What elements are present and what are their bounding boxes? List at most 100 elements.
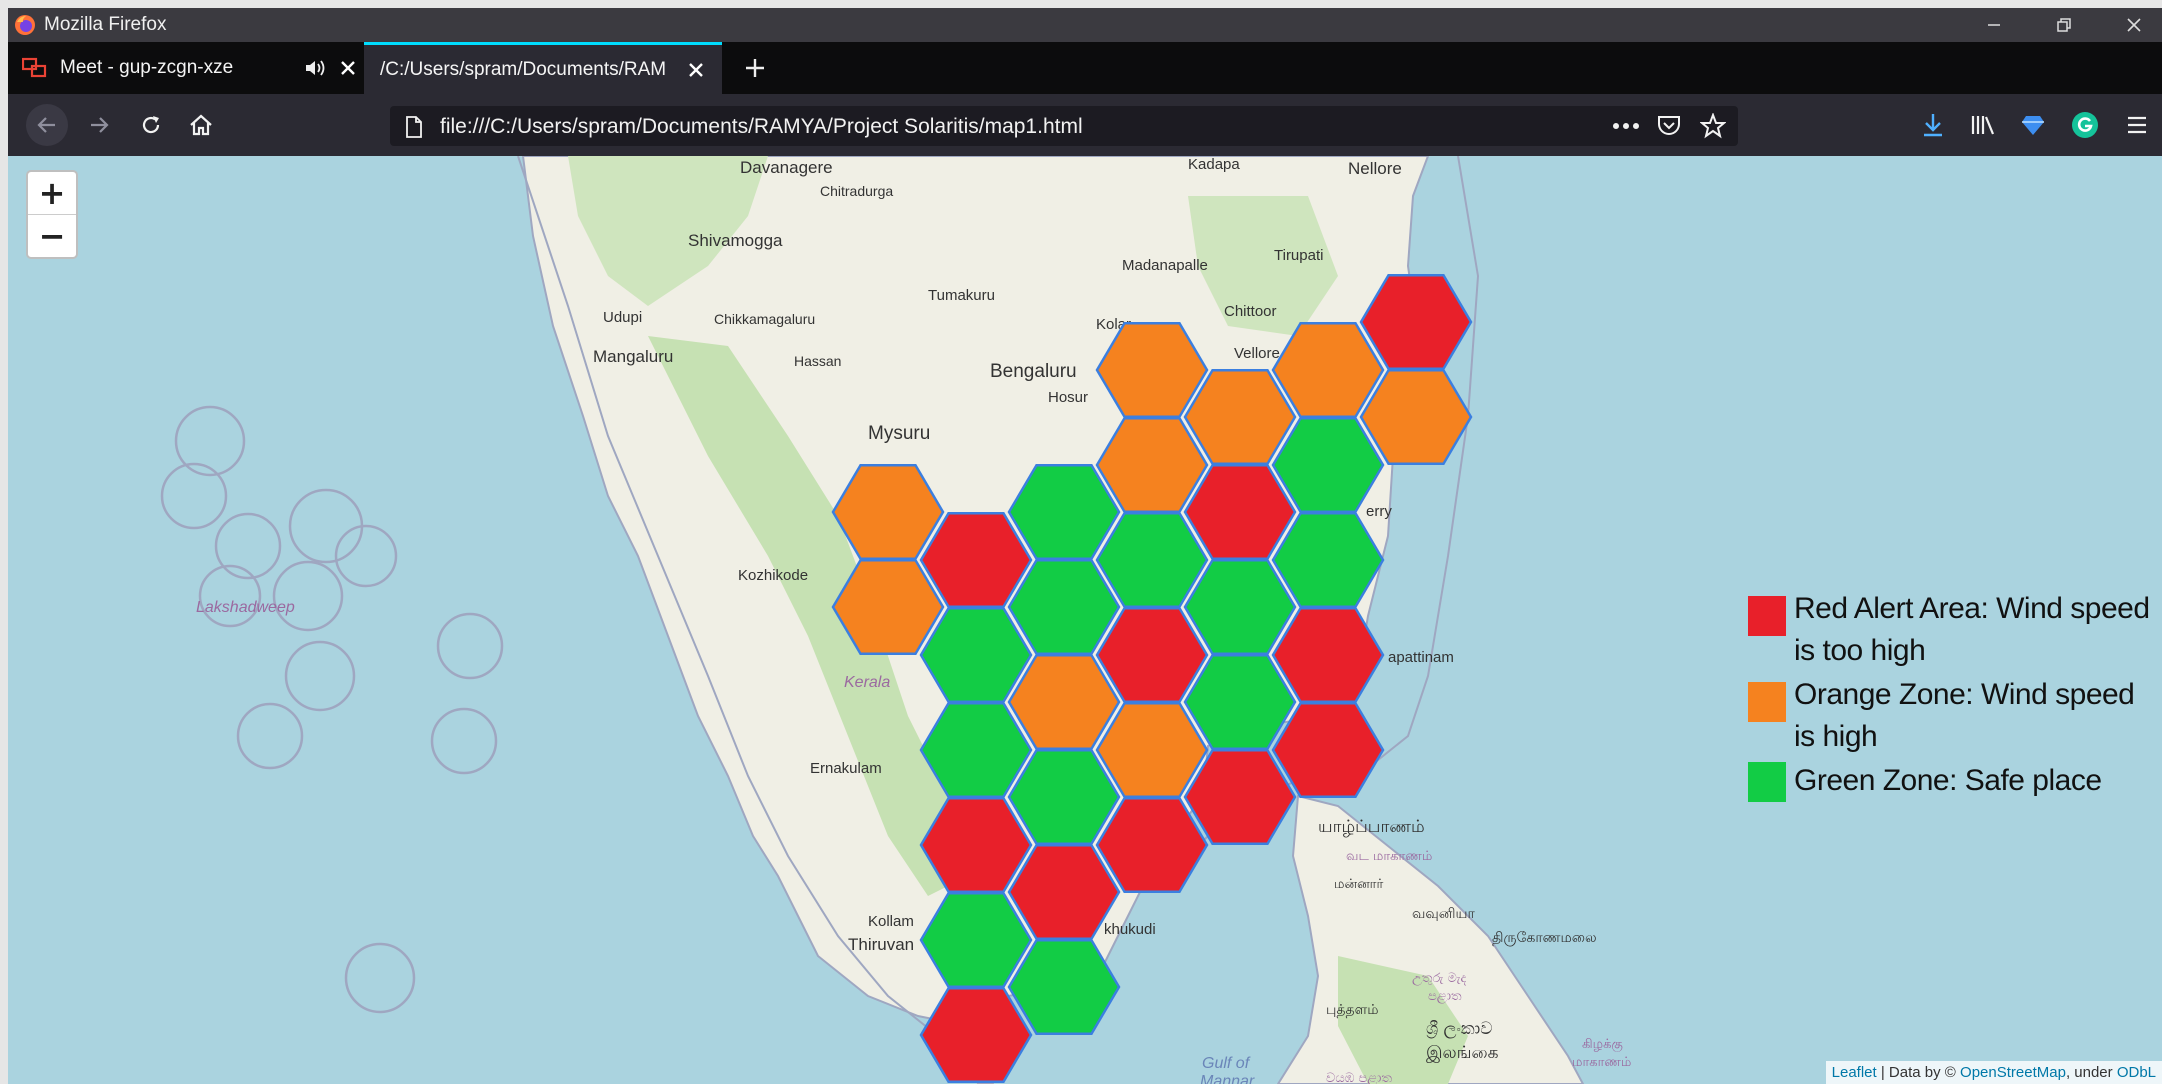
map-label: Udupi: [603, 309, 642, 326]
map-label: திருகோணமலை: [1492, 930, 1597, 946]
map-label: Mannar: [1200, 1073, 1255, 1084]
firefox-logo-icon: [15, 15, 35, 35]
map-label: Chittoor: [1224, 303, 1277, 320]
tab-meet[interactable]: Meet - gup-zcgn-xze: [8, 42, 358, 94]
title-bar: Mozilla Firefox: [8, 8, 2162, 42]
minimize-button[interactable]: [1964, 8, 2024, 42]
legend-item-orange: Orange Zone: Wind speed is high: [1748, 674, 2158, 758]
plus-icon: [746, 59, 764, 77]
legend-label: Green Zone: Safe place: [1794, 764, 2102, 797]
window-title: Mozilla Firefox: [44, 14, 167, 35]
meet-favicon-icon: [22, 57, 47, 78]
attribution-text: | Data by ©: [1876, 1064, 1961, 1081]
forward-button[interactable]: [78, 104, 120, 146]
osm-link[interactable]: OpenStreetMap: [1960, 1064, 2066, 1081]
reload-icon: [142, 116, 160, 134]
map-label: ශ්‍රී ලංකාව: [1426, 1019, 1492, 1039]
extension-gem-button[interactable]: [2012, 104, 2054, 146]
grammarly-button[interactable]: [2064, 104, 2106, 146]
map-label: Kozhikode: [738, 567, 808, 584]
zoom-in-button[interactable]: +: [28, 172, 76, 215]
map-label: இலங்கை: [1426, 1043, 1499, 1063]
map-legend: Red Alert Area: Wind speed is too high O…: [1748, 588, 2158, 804]
home-button[interactable]: [180, 104, 222, 146]
map-label: Tumakuru: [928, 287, 995, 304]
map-label: மாகாணம்: [1572, 1055, 1631, 1070]
downloads-button[interactable]: [1912, 104, 1954, 146]
map-label: Kollam: [868, 913, 914, 930]
tab-map1[interactable]: /C:/Users/spram/Documents/RAM: [364, 42, 722, 94]
map-label: புத்தளம்: [1326, 1002, 1379, 1018]
map-label: யாழ்ப்பாணம்: [1318, 817, 1425, 837]
close-window-button[interactable]: [2104, 8, 2162, 42]
legend-swatch-orange: [1748, 682, 1786, 722]
map-label: වයඹ පළාත: [1326, 1071, 1392, 1084]
restore-icon: [2057, 18, 2071, 32]
library-icon: [1971, 116, 1995, 135]
map-label: Hosur: [1048, 389, 1088, 406]
bookmark-star-icon[interactable]: [1700, 113, 1726, 139]
map-label: Lakshadweep: [196, 599, 295, 616]
reload-button[interactable]: [130, 104, 172, 146]
new-tab-button[interactable]: [730, 42, 780, 94]
map-label: erry: [1366, 503, 1392, 520]
minimize-icon: [1988, 24, 2000, 26]
menu-button[interactable]: [2116, 104, 2158, 146]
map-label: கிழக்கு: [1582, 1037, 1623, 1052]
odbl-link[interactable]: ODbL: [2117, 1064, 2156, 1081]
map-label: උතුරු මැද: [1412, 971, 1466, 986]
page-icon: [406, 116, 422, 138]
map-label: Chikkamagaluru: [714, 311, 815, 327]
legend-label: Orange Zone: Wind speed is high: [1794, 678, 2135, 753]
library-button[interactable]: [1962, 104, 2004, 146]
back-arrow-icon: [37, 117, 55, 133]
restore-button[interactable]: [2034, 8, 2094, 42]
back-button[interactable]: [26, 104, 68, 146]
browser-window: Mozilla Firefox Meet - gup-zcgn-xze /C:/…: [8, 8, 2162, 1084]
gem-icon: [2022, 116, 2044, 135]
map-label: Nellore: [1348, 159, 1402, 178]
speaker-icon[interactable]: [304, 58, 328, 78]
map-label: apattinam: [1388, 649, 1454, 666]
map-label: Gulf of: [1202, 1055, 1251, 1072]
pocket-icon[interactable]: [1656, 114, 1682, 138]
map-label: Kadapa: [1188, 156, 1240, 173]
map-label: Davanagere: [740, 158, 833, 177]
map-label: Chitradurga: [820, 183, 893, 199]
map-label: Bengaluru: [990, 361, 1077, 382]
map-label: Mangaluru: [593, 347, 673, 366]
legend-swatch-red: [1748, 596, 1786, 636]
map-label: Madanapalle: [1122, 257, 1208, 274]
map-label: Ernakulam: [810, 760, 882, 777]
leaflet-map[interactable]: Davanagere Chitradurga Shivamogga Udupi …: [8, 156, 2162, 1084]
map-label: පළාත: [1428, 989, 1462, 1004]
hamburger-menu-icon: [2128, 116, 2146, 134]
close-icon: [2127, 18, 2141, 32]
map-label: Vellore: [1234, 345, 1280, 362]
more-actions-icon[interactable]: [1612, 120, 1640, 132]
map-label: வவுனியா: [1412, 906, 1476, 922]
map-label: Tirupati: [1274, 247, 1323, 264]
map-attribution: Leaflet | Data by © OpenStreetMap, under…: [1825, 1061, 2162, 1084]
download-icon: [1924, 114, 1942, 137]
tab-label: /C:/Users/spram/Documents/RAM: [380, 58, 667, 80]
leaflet-link[interactable]: Leaflet: [1832, 1064, 1877, 1081]
map-label: Mysuru: [868, 423, 930, 444]
zoom-out-button[interactable]: −: [28, 215, 76, 257]
legend-item-green: Green Zone: Safe place: [1748, 760, 2158, 802]
navigation-toolbar: file:///C:/Users/spram/Documents/RAMYA/P…: [8, 94, 2162, 156]
map-label: khukudi: [1104, 921, 1156, 938]
legend-swatch-green: [1748, 762, 1786, 802]
url-bar[interactable]: file:///C:/Users/spram/Documents/RAMYA/P…: [390, 106, 1738, 146]
attribution-text: , under: [2065, 1064, 2117, 1081]
map-label: Kerala: [844, 674, 890, 691]
tab-bar: Meet - gup-zcgn-xze /C:/Users/spram/Docu…: [8, 42, 2162, 94]
grammarly-icon: [2072, 112, 2098, 138]
close-tab-icon[interactable]: [340, 60, 356, 76]
home-icon: [190, 114, 212, 136]
url-text: file:///C:/Users/spram/Documents/RAMYA/P…: [440, 115, 1083, 138]
legend-label: Red Alert Area: Wind speed is too high: [1794, 592, 2150, 667]
close-tab-icon[interactable]: [688, 62, 704, 78]
map-label: வட மாகாணம்: [1346, 849, 1432, 864]
tab-label: Meet - gup-zcgn-xze: [60, 57, 234, 78]
